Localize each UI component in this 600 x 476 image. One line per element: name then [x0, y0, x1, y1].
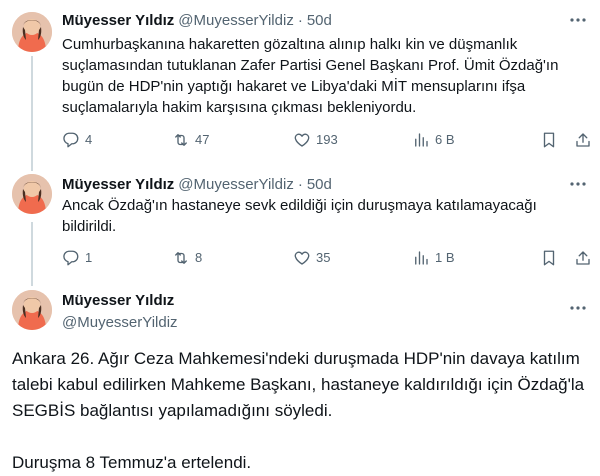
reply-icon	[62, 249, 85, 267]
views-button[interactable]: 6 B	[412, 130, 455, 150]
tweet[interactable]: Müyesser Yıldız @MuyesserYildiz · 50d An…	[0, 174, 600, 274]
like-count: 35	[316, 250, 331, 265]
share-icon	[574, 131, 597, 149]
tweet-actions: 1 8 35 1 B	[62, 248, 592, 268]
author-name[interactable]: Müyesser Yıldız	[62, 12, 174, 29]
like-count: 193	[316, 132, 338, 147]
author-handle[interactable]: @MuyesserYildiz	[62, 314, 178, 331]
reply-button[interactable]: 1	[62, 248, 92, 268]
avatar[interactable]	[12, 174, 52, 214]
bookmark-icon	[540, 131, 563, 149]
author-name[interactable]: Müyesser Yıldız	[62, 292, 174, 309]
tweet-time[interactable]: 50d	[307, 176, 332, 193]
views-button[interactable]: 1 B	[412, 248, 455, 268]
retweet-icon	[172, 131, 195, 149]
retweet-button[interactable]: 8	[172, 248, 202, 268]
retweet-button[interactable]: 47	[172, 130, 209, 150]
tweet-thread: Müyesser Yıldız @MuyesserYildiz · 50d Cu…	[0, 0, 600, 473]
bookmark-button[interactable]	[540, 248, 563, 268]
more-dots-icon[interactable]	[568, 298, 588, 318]
tweet-header: Müyesser Yıldız @MuyesserYildiz · 50d	[62, 174, 332, 194]
more-dots-icon[interactable]	[568, 174, 588, 194]
reply-icon	[62, 131, 85, 149]
author-handle[interactable]: @MuyesserYildiz	[178, 12, 294, 29]
avatar[interactable]	[12, 290, 52, 330]
retweet-count: 47	[195, 132, 210, 147]
author-name[interactable]: Müyesser Yıldız	[62, 176, 174, 193]
share-button[interactable]	[574, 130, 597, 150]
bookmark-icon	[540, 249, 563, 267]
like-button[interactable]: 193	[293, 130, 338, 150]
heart-icon	[293, 249, 316, 267]
share-icon	[574, 249, 597, 267]
separator: ·	[297, 11, 303, 29]
views-count: 6 B	[435, 132, 455, 147]
tweet[interactable]: Müyesser Yıldız @MuyesserYildiz · 50d Cu…	[0, 10, 600, 160]
tweet-time[interactable]: 50d	[307, 12, 332, 29]
share-button[interactable]	[574, 248, 597, 268]
views-count: 1 B	[435, 250, 455, 265]
tweet-text: Cumhurbaşkanına hakaretten gözaltına alı…	[62, 36, 559, 116]
views-chart-icon	[412, 131, 435, 149]
reply-count: 4	[85, 132, 93, 147]
more-dots-icon[interactable]	[568, 10, 588, 30]
tweet-header: Müyesser Yıldız @MuyesserYildiz · 50d	[62, 10, 332, 30]
views-chart-icon	[412, 249, 435, 267]
like-button[interactable]: 35	[293, 248, 330, 268]
tweet-text: Ancak Özdağ'ın hastaneye sevk edildiği i…	[62, 197, 537, 235]
tweet-actions: 4 47 193 6 B	[62, 130, 592, 150]
author-handle[interactable]: @MuyesserYildiz	[178, 176, 294, 193]
retweet-icon	[172, 249, 195, 267]
tweet-text: Ankara 26. Ağır Ceza Mahkemesi'ndeki dur…	[12, 349, 585, 472]
reply-button[interactable]: 4	[62, 130, 92, 150]
separator: ·	[297, 175, 303, 193]
bookmark-button[interactable]	[540, 130, 563, 150]
avatar[interactable]	[12, 12, 52, 52]
main-tweet[interactable]: Müyesser Yıldız @MuyesserYildiz Ankara 2…	[0, 290, 600, 473]
heart-icon	[293, 131, 316, 149]
reply-count: 1	[85, 250, 93, 265]
retweet-count: 8	[195, 250, 203, 265]
